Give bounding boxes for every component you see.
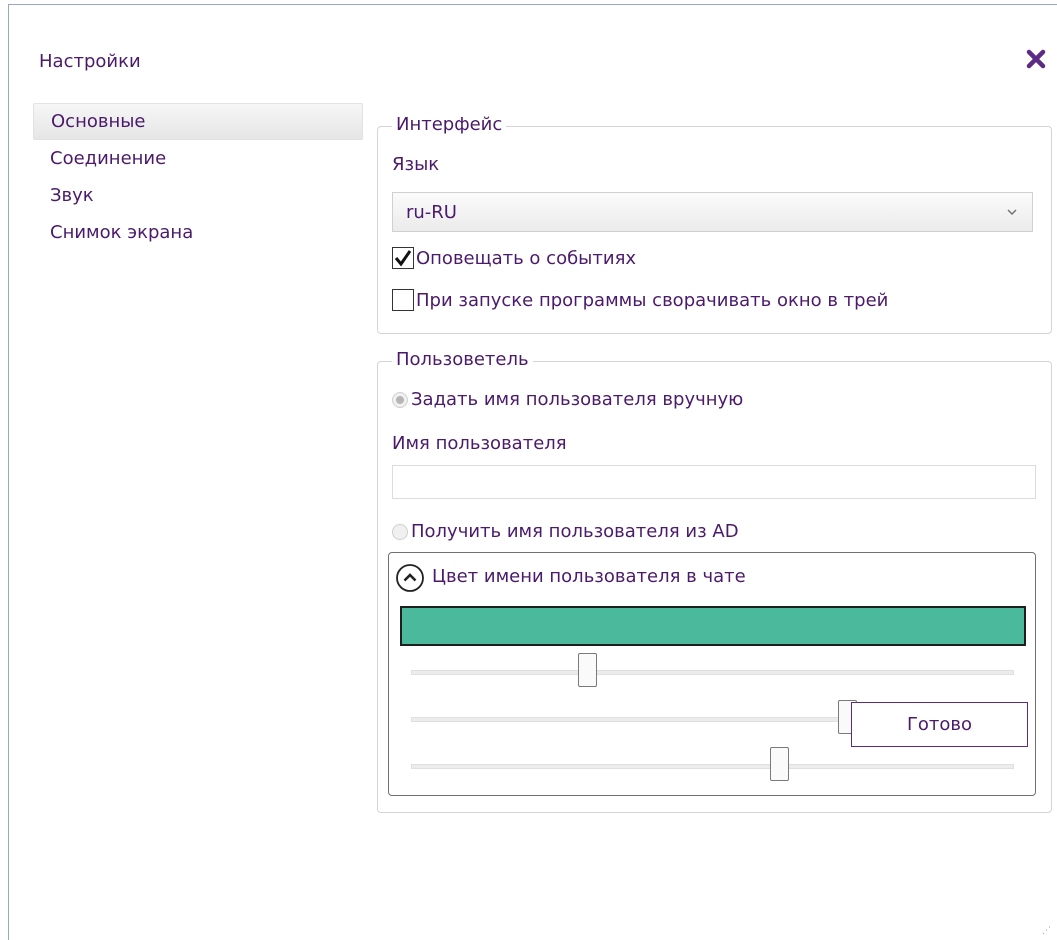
checkmark-icon	[394, 250, 412, 267]
settings-nav: Основные Соединение Звук Снимок экрана	[33, 103, 363, 251]
nav-item-screenshot[interactable]: Снимок экрана	[33, 214, 363, 251]
nav-item-label: Основные	[51, 111, 146, 132]
username-label: Имя пользователя	[392, 433, 567, 454]
ad-radio-label: Получить имя пользователя из AD	[411, 521, 739, 542]
slider-thumb[interactable]	[769, 747, 789, 781]
close-button[interactable]	[1024, 47, 1048, 71]
language-label: Язык	[392, 154, 440, 175]
slider-thumb[interactable]	[578, 653, 598, 687]
chevron-up-icon	[396, 564, 424, 592]
slider-track	[411, 764, 1014, 769]
window-title: Настройки	[39, 51, 141, 72]
interface-group-legend: Интерфейс	[392, 114, 507, 135]
nav-item-label: Звук	[50, 185, 94, 206]
interface-group: Интерфейс Язык ru-RU Оповещать о события…	[377, 114, 1052, 334]
nav-item-general[interactable]: Основные	[33, 103, 363, 140]
nav-item-connection[interactable]: Соединение	[33, 140, 363, 177]
manual-radio-circle[interactable]	[392, 391, 408, 408]
close-icon	[1026, 49, 1046, 69]
minimize-checkbox-box[interactable]	[392, 289, 414, 311]
minimize-to-tray-checkbox[interactable]: При запуске программы сворачивать окно в…	[392, 289, 888, 311]
done-button[interactable]: Готово	[851, 702, 1028, 747]
language-select[interactable]: ru-RU	[392, 192, 1033, 232]
nav-item-label: Соединение	[50, 148, 167, 169]
resize-grip-icon[interactable]: ⋰	[1042, 927, 1052, 936]
settings-window: Настройки Основные Соединение Звук Снимо…	[8, 4, 1057, 940]
nav-item-label: Снимок экрана	[50, 222, 194, 243]
username-input[interactable]	[392, 465, 1036, 499]
nav-item-sound[interactable]: Звук	[33, 177, 363, 214]
notify-checkbox[interactable]: Оповещать о событиях	[392, 247, 636, 269]
minimize-checkbox-label: При запуске программы сворачивать окно в…	[416, 289, 889, 311]
expander-toggle-button[interactable]	[395, 563, 425, 593]
ad-username-radio[interactable]: Получить имя пользователя из AD	[392, 521, 739, 542]
expander-header: Цвет имени пользователя в чате	[432, 566, 746, 587]
color-preview-swatch	[400, 606, 1026, 646]
user-group-legend: Пользоветель	[392, 349, 533, 370]
username-color-expander: Цвет имени пользователя в чате	[388, 552, 1036, 796]
notify-checkbox-box[interactable]	[392, 247, 414, 269]
chevron-down-icon	[1007, 209, 1017, 215]
color-slider-red[interactable]	[411, 653, 1014, 689]
notify-checkbox-label: Оповещать о событиях	[416, 247, 637, 269]
done-button-label: Готово	[906, 714, 973, 735]
slider-track	[411, 670, 1014, 675]
manual-username-radio[interactable]: Задать имя пользователя вручную	[392, 389, 743, 410]
language-select-value: ru-RU	[406, 202, 457, 223]
color-slider-blue[interactable]	[411, 747, 1014, 783]
manual-radio-label: Задать имя пользователя вручную	[411, 389, 744, 410]
ad-radio-circle[interactable]	[392, 523, 408, 540]
